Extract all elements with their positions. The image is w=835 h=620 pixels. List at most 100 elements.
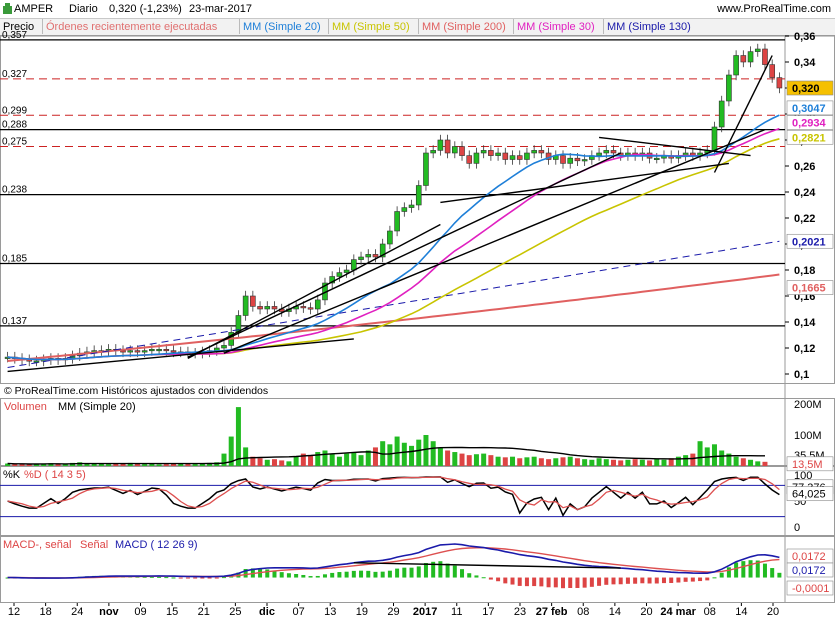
candle-body	[134, 350, 141, 353]
candle-body	[754, 48, 761, 52]
date-tick-label: 12	[8, 606, 20, 618]
candle-body	[358, 256, 364, 260]
macd-histogram-bar	[279, 572, 284, 578]
candle-body	[531, 150, 537, 154]
macd-histogram-bar	[409, 567, 414, 578]
volume-bar	[279, 460, 285, 466]
volume-bar	[416, 439, 422, 466]
macd-histogram-bar	[359, 570, 364, 578]
volume-ma-label: MM (Simple 20)	[58, 401, 136, 413]
macd-histogram-bar	[178, 577, 183, 579]
price-tick-label: 0,26	[794, 161, 815, 173]
candle-body	[560, 155, 566, 164]
volume-bar	[661, 459, 667, 466]
macd-histogram-bar	[661, 577, 666, 584]
macd-histogram-bar	[344, 571, 349, 578]
ma-badge: 0,2821	[792, 132, 826, 144]
volume-bar	[755, 461, 761, 466]
date-tick-label: 29	[387, 606, 399, 618]
candle-body	[423, 152, 429, 186]
volume-bar	[697, 441, 703, 466]
volume-bar	[748, 459, 754, 466]
candle-body	[718, 100, 725, 128]
macd-histogram-bar	[690, 577, 695, 582]
volume-bar	[683, 455, 689, 466]
macd-histogram-bar	[207, 577, 212, 579]
macd-histogram-bar	[647, 577, 652, 584]
macd-histogram-bar	[366, 570, 371, 578]
candle-body	[466, 155, 473, 164]
macd-histogram-bar	[200, 577, 205, 579]
macd-histogram-bar	[597, 577, 602, 586]
date-tick-label: 07	[293, 606, 305, 618]
candle-body	[502, 152, 509, 160]
macd-histogram-bar	[308, 576, 313, 578]
date-tick-label: 23	[514, 606, 526, 618]
candle-body	[163, 348, 170, 352]
volume-bar	[603, 459, 609, 466]
candle-body	[365, 254, 372, 258]
macd-histogram-bar	[546, 577, 551, 588]
macd-histogram-bar	[496, 577, 501, 582]
candle-body	[495, 152, 501, 156]
volume-bar	[163, 464, 169, 466]
signal-label: Señal	[80, 539, 109, 551]
candle-body	[444, 139, 451, 154]
date-tick-label: 11	[451, 606, 462, 618]
candle-body	[387, 230, 393, 245]
candle-body	[141, 350, 148, 353]
candle-body	[401, 207, 408, 212]
volume-bar	[271, 459, 277, 466]
macd-label: MACD-, señal	[3, 539, 72, 551]
macd-histogram-bar	[669, 577, 674, 583]
date-tick-label: 24 mar	[660, 606, 696, 618]
candle-body	[221, 345, 227, 349]
macd-signal-line	[7, 546, 780, 579]
date-tick-label: 18	[40, 606, 52, 618]
candle-body	[372, 254, 379, 258]
macd-histogram-bar	[633, 577, 638, 584]
candle-body	[127, 350, 134, 353]
candle-body	[603, 150, 610, 154]
stoch-k-label: %K	[3, 469, 21, 481]
candle-body	[394, 211, 400, 232]
macd-histogram-bar	[575, 577, 580, 588]
level-label: 0,327	[2, 69, 27, 80]
candle-body	[156, 348, 162, 352]
macd-histogram-bar	[294, 574, 299, 578]
macd-histogram-bar	[315, 575, 320, 578]
candle-body	[726, 74, 732, 102]
macd-histogram-bar	[438, 561, 443, 578]
macd-histogram-bar	[488, 577, 493, 580]
candle-body	[509, 155, 516, 160]
volume-bar	[409, 445, 415, 466]
price-tick-label: 0,18	[794, 265, 815, 277]
candle-body	[610, 150, 617, 154]
volume-bar	[243, 447, 249, 466]
volume-bar	[156, 464, 162, 466]
volume-bar	[430, 441, 436, 466]
volume-bar	[473, 454, 479, 466]
macd-histogram-bar	[604, 577, 609, 585]
macd-histogram-bar	[777, 572, 782, 578]
candle-body	[437, 139, 444, 151]
macd-histogram-bar	[373, 571, 378, 578]
date-tick-label: 20	[640, 606, 652, 618]
macd-histogram-bar	[568, 577, 573, 588]
ma-badge: 0,1665	[792, 283, 826, 295]
volume-bar	[358, 455, 364, 466]
price-tick-label: 0,36	[794, 31, 815, 43]
macd-histogram-bar	[171, 577, 176, 579]
volume-bar	[286, 461, 292, 466]
macd-histogram-bar	[625, 577, 630, 584]
volume-bar	[762, 461, 768, 466]
stoch-d-badge: 64,025	[792, 489, 826, 501]
volume-bar	[733, 456, 739, 466]
chart-canvas[interactable]: 0,360,340,320,300,280,260,240,220,200,18…	[0, 0, 835, 620]
candle-body	[33, 360, 40, 363]
candle-body	[314, 299, 321, 310]
volume-axis-label: 200M	[794, 399, 822, 411]
date-tick-label: 20	[767, 606, 779, 618]
macd-histogram-bar	[524, 577, 529, 587]
level-label: 0,288	[2, 120, 27, 131]
